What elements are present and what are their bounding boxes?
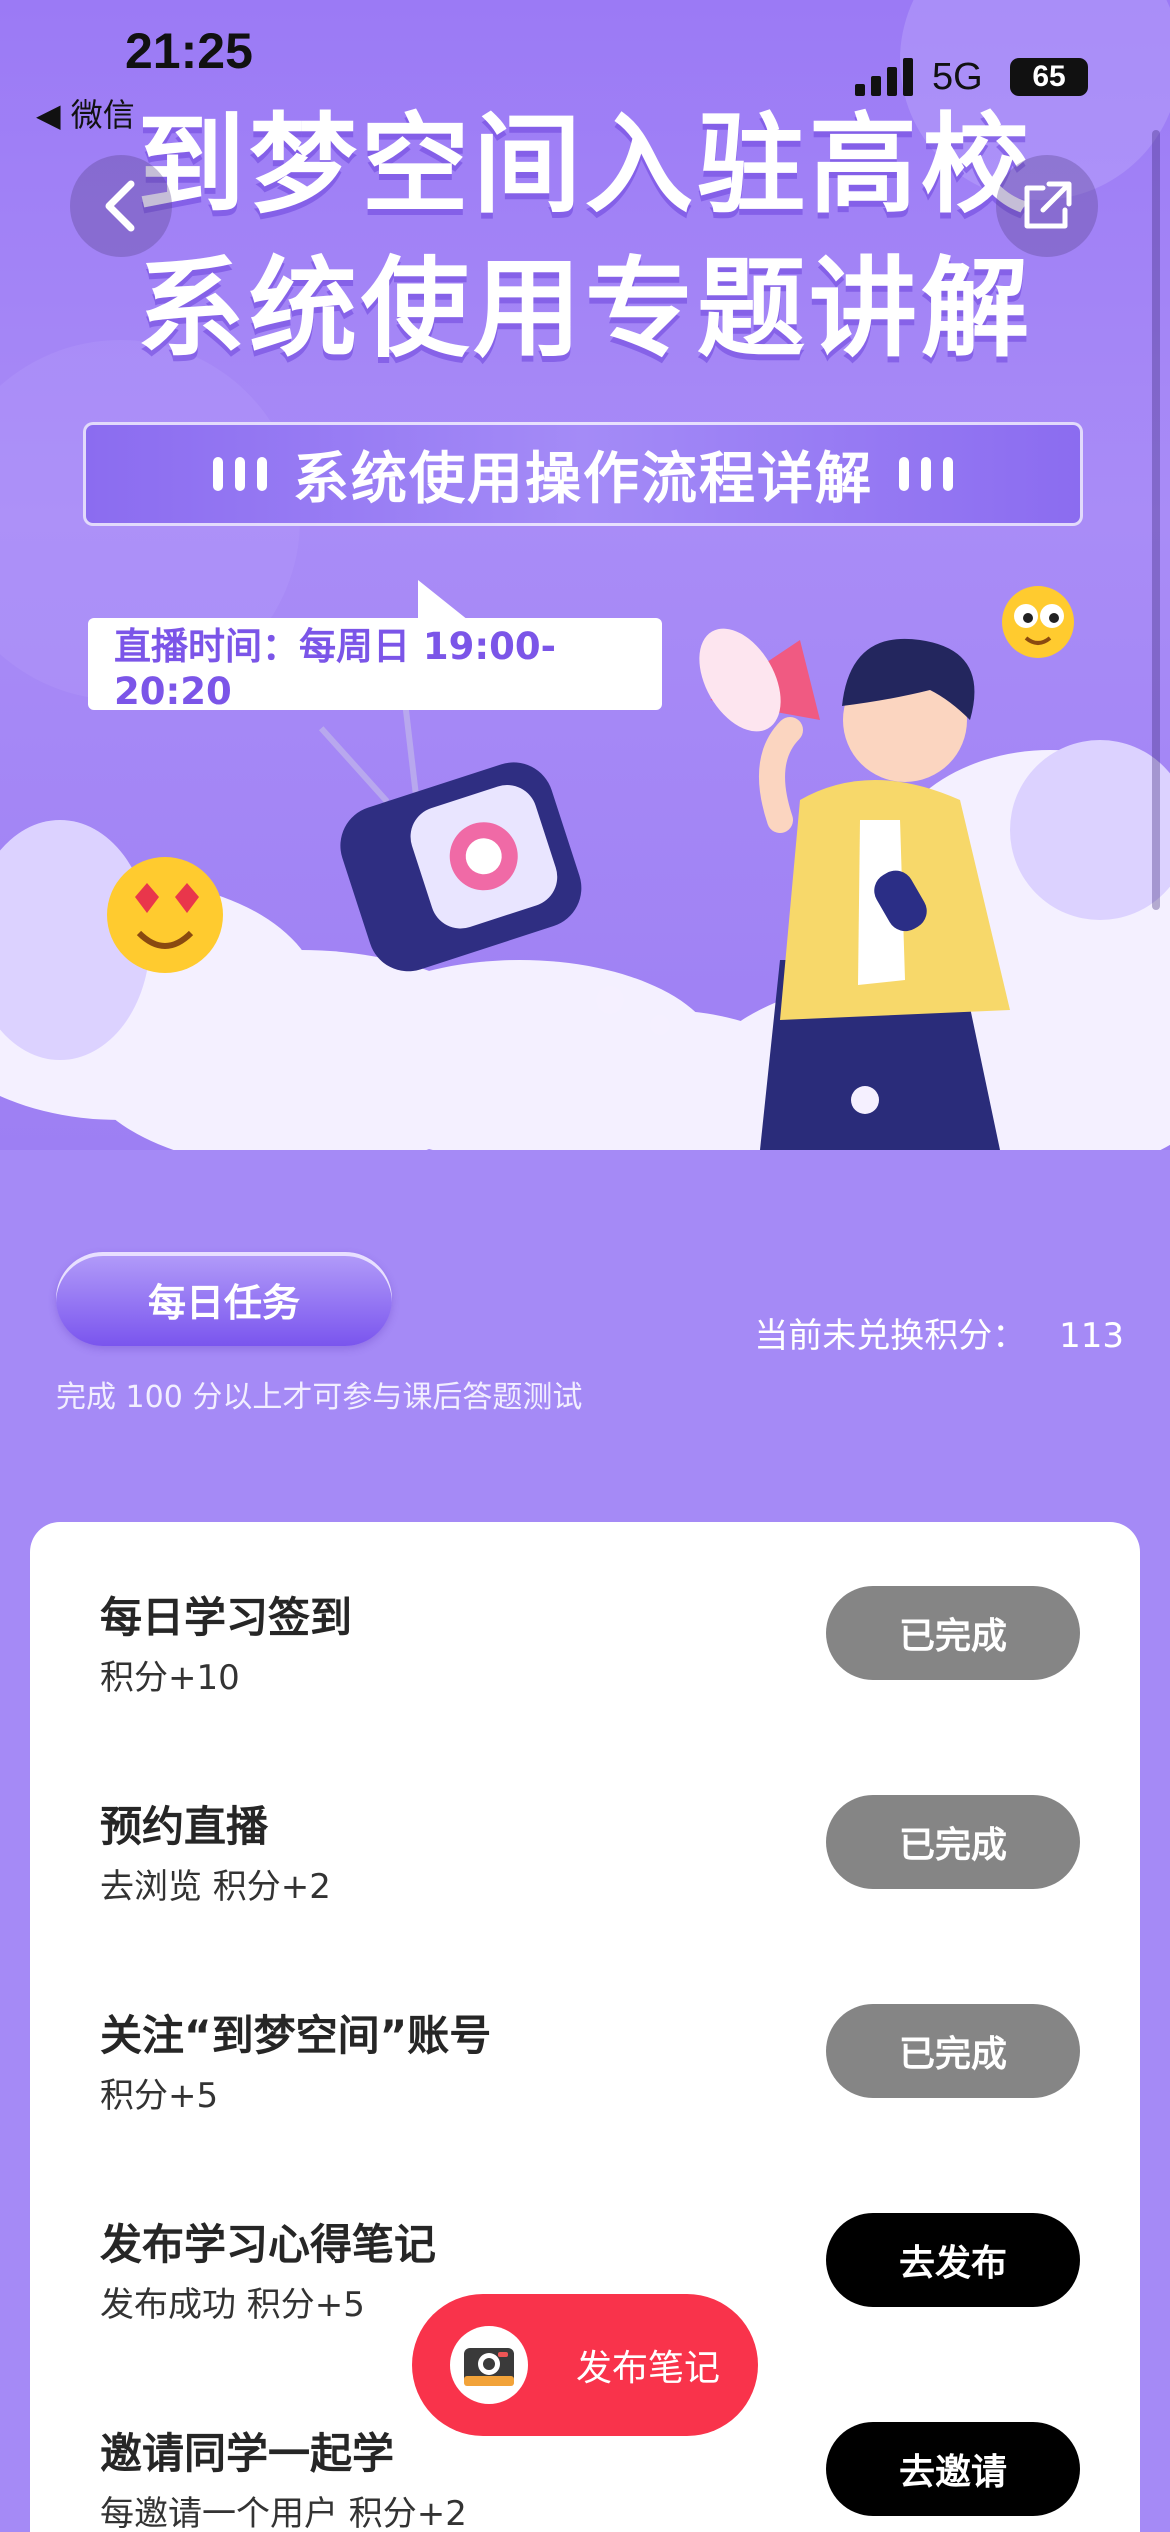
task-reward: 发布成功 积分+5 bbox=[100, 2285, 365, 2325]
status-bar: 21:25 ◀ 微信 5G 65 bbox=[0, 0, 1170, 150]
camera-icon bbox=[450, 2326, 528, 2404]
task-title: 邀请同学一起学 bbox=[100, 2429, 395, 2478]
task-reward: 每邀请一个用户 积分+2 bbox=[100, 2494, 467, 2532]
points-hint: 完成 100 分以上才可参与课后答题测试 bbox=[56, 1380, 583, 1415]
task-title: 发布学习心得笔记 bbox=[100, 2220, 437, 2269]
live-time-bubble: 直播时间：每周日 19:00-20:20 bbox=[88, 580, 662, 713]
task-status-button[interactable]: 已完成 bbox=[826, 2004, 1080, 2098]
hero-banner: 到梦空间入驻高校 系统使用专题讲解 系统使用操作流程详解 直播时间：每周日 19… bbox=[0, 0, 1170, 1150]
task-item-invite: 邀请同学一起学 每邀请一个用户 积分+2 去邀请 bbox=[100, 2420, 1080, 2532]
publish-note-fab[interactable]: 发布笔记 bbox=[412, 2294, 758, 2436]
hero-title-line2: 系统使用专题讲解 bbox=[136, 247, 1033, 372]
task-item-reserve-live: 预约直播 去浏览 积分+2 已完成 bbox=[100, 1793, 1080, 1943]
signal-icon bbox=[855, 58, 913, 96]
battery-icon: 65 bbox=[1010, 58, 1088, 96]
subtitle-text: 系统使用操作流程详解 bbox=[293, 446, 873, 512]
task-reward: 积分+5 bbox=[100, 2076, 219, 2116]
status-time: 21:25 bbox=[125, 23, 253, 79]
task-reward: 积分+10 bbox=[100, 1658, 240, 1698]
task-item-checkin: 每日学习签到 积分+10 已完成 bbox=[100, 1584, 1080, 1734]
unredeemed-points-label: 当前未兑换积分： bbox=[754, 1316, 1027, 1356]
live-time-text: 直播时间：每周日 19:00-20:20 bbox=[114, 624, 557, 713]
invite-button[interactable]: 去邀请 bbox=[826, 2422, 1080, 2516]
task-title: 预约直播 bbox=[100, 1802, 269, 1851]
fab-label: 发布笔记 bbox=[576, 2348, 721, 2389]
publish-button[interactable]: 去发布 bbox=[826, 2213, 1080, 2307]
decor-bars-right bbox=[899, 457, 953, 491]
scrollbar[interactable] bbox=[1152, 130, 1160, 910]
unredeemed-points-value: 113 bbox=[1059, 1316, 1124, 1356]
unredeemed-points: 当前未兑换积分： 113 bbox=[754, 1308, 1124, 1357]
subtitle-banner: 系统使用操作流程详解 bbox=[83, 422, 1083, 526]
share-icon bbox=[1024, 181, 1072, 229]
task-status-button[interactable]: 已完成 bbox=[826, 1795, 1080, 1889]
task-reward: 去浏览 积分+2 bbox=[100, 1867, 331, 1907]
battery-level: 65 bbox=[1032, 60, 1066, 93]
share-button[interactable] bbox=[996, 155, 1098, 257]
daily-tasks-tab[interactable]: 每日任务 bbox=[56, 1252, 392, 1346]
task-title: 关注“到梦空间”账号 bbox=[100, 2011, 492, 2060]
decor-bars-left bbox=[213, 457, 267, 491]
task-item-follow-account: 关注“到梦空间”账号 积分+5 已完成 bbox=[100, 2002, 1080, 2152]
network-type: 5G bbox=[932, 56, 983, 98]
chevron-left-icon bbox=[105, 180, 135, 232]
back-to-app-link[interactable]: ◀ 微信 bbox=[36, 90, 135, 136]
task-title: 每日学习签到 bbox=[100, 1593, 353, 1642]
back-button[interactable] bbox=[70, 155, 172, 257]
task-status-button[interactable]: 已完成 bbox=[826, 1586, 1080, 1680]
